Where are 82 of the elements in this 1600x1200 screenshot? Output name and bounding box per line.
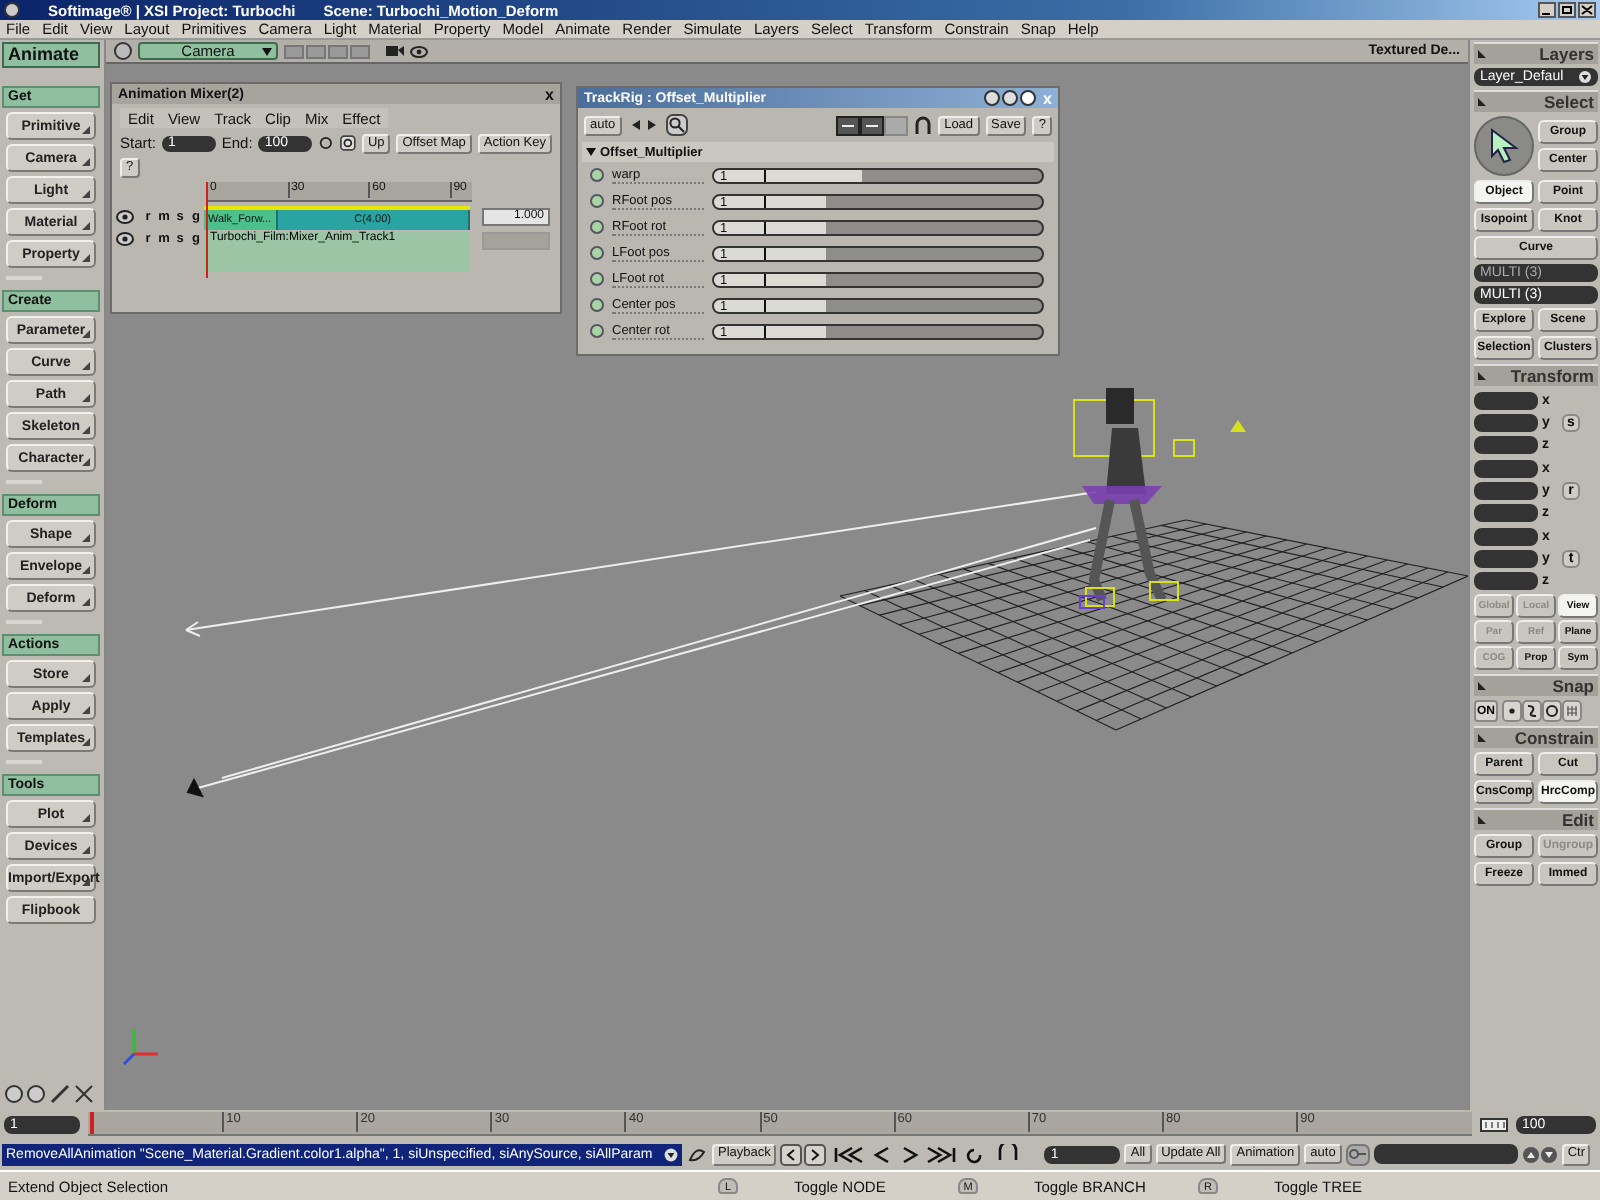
panel-header[interactable]: Transform bbox=[1474, 364, 1598, 386]
animation-led-icon[interactable] bbox=[590, 168, 604, 182]
key-field[interactable] bbox=[1373, 1144, 1518, 1164]
axis-gizmo-icon bbox=[122, 1030, 158, 1066]
menu-arrow-icon bbox=[82, 426, 90, 434]
eye-icon[interactable] bbox=[410, 43, 428, 59]
up-down-icon[interactable] bbox=[1521, 1145, 1558, 1163]
viewport-letter-icon[interactable] bbox=[114, 42, 132, 60]
menu-arrow-icon bbox=[82, 126, 90, 134]
eye-icon[interactable] bbox=[116, 232, 134, 246]
collapse-icon[interactable] bbox=[1478, 816, 1486, 824]
collapse-icon[interactable] bbox=[1478, 682, 1486, 690]
dropdown-icon bbox=[262, 48, 272, 56]
menu-arrow-icon bbox=[82, 362, 90, 370]
dropdown-icon[interactable] bbox=[664, 1147, 678, 1161]
menu-arrow-icon bbox=[82, 738, 90, 746]
panel-title: Layers bbox=[1539, 44, 1594, 64]
menu-arrow-icon bbox=[82, 674, 90, 682]
cursor-arrow-icon bbox=[1488, 128, 1520, 164]
menu-arrow-icon bbox=[82, 846, 90, 854]
select-tool-button[interactable] bbox=[1474, 116, 1534, 176]
panel-title: Snap bbox=[1552, 676, 1594, 696]
menu-arrow-icon bbox=[82, 814, 90, 822]
arrows-icon[interactable] bbox=[627, 116, 660, 134]
animation-led-icon[interactable] bbox=[590, 194, 604, 208]
window-controls-icon[interactable] bbox=[1538, 2, 1596, 18]
transform-value-field[interactable] bbox=[1474, 413, 1538, 431]
panel-title: Transform bbox=[1510, 366, 1594, 386]
layout-buttons-icon[interactable] bbox=[836, 115, 909, 135]
animation-led-icon[interactable] bbox=[590, 324, 604, 338]
animation-led-icon[interactable] bbox=[590, 220, 604, 234]
menu-arrow-icon bbox=[82, 598, 90, 606]
menu-arrow-icon bbox=[82, 330, 90, 338]
menu-arrow-icon bbox=[82, 706, 90, 714]
collapse-icon[interactable] bbox=[1478, 98, 1486, 106]
panel-title: Select bbox=[1543, 92, 1594, 112]
weight-field[interactable] bbox=[482, 232, 550, 250]
menu-arrow-icon bbox=[82, 458, 90, 466]
camera-icon[interactable] bbox=[386, 43, 404, 59]
menu-arrow-icon bbox=[82, 190, 90, 198]
cycle-icon[interactable] bbox=[340, 134, 356, 152]
panel-header[interactable]: Layers bbox=[1474, 42, 1598, 64]
animation-led-icon[interactable] bbox=[590, 272, 604, 286]
transform-value-field[interactable] bbox=[1474, 391, 1538, 409]
panel-header[interactable]: Edit bbox=[1474, 808, 1598, 830]
transform-value-field[interactable] bbox=[1474, 435, 1538, 453]
window-controls-icon[interactable] bbox=[983, 90, 1040, 106]
menu-arrow-icon bbox=[82, 878, 90, 886]
menu-arrow-icon bbox=[82, 254, 90, 262]
menu-arrow-icon bbox=[82, 222, 90, 230]
menu-arrow-icon bbox=[82, 566, 90, 574]
panel-title: Constrain bbox=[1514, 728, 1594, 748]
search-icon[interactable] bbox=[665, 114, 688, 136]
panel-header[interactable]: Select bbox=[1474, 90, 1598, 112]
collapse-icon[interactable] bbox=[1478, 50, 1486, 58]
panel-header[interactable]: Constrain bbox=[1474, 726, 1598, 748]
menu-arrow-icon bbox=[82, 534, 90, 542]
snap-options-icon[interactable] bbox=[1502, 700, 1582, 722]
transform-value-field[interactable] bbox=[1474, 549, 1538, 567]
collapse-icon[interactable] bbox=[1478, 372, 1486, 380]
range-icon[interactable] bbox=[1480, 1117, 1508, 1131]
panel-header[interactable]: Snap bbox=[1474, 674, 1598, 696]
close-button[interactable]: x bbox=[545, 85, 554, 103]
mode-selector[interactable]: Animate bbox=[2, 42, 100, 68]
transform-value-field[interactable] bbox=[1474, 481, 1538, 499]
expand-arrow-icon[interactable] bbox=[586, 148, 596, 156]
view-tools-icon[interactable] bbox=[4, 1084, 96, 1104]
3d-viewport[interactable] bbox=[106, 64, 1468, 1110]
panel-title: Edit bbox=[1561, 810, 1594, 830]
dropdown-icon[interactable] bbox=[1578, 70, 1592, 84]
magnet-icon[interactable] bbox=[914, 115, 933, 135]
key-icon[interactable] bbox=[1345, 1143, 1370, 1165]
transform-value-field[interactable] bbox=[1474, 527, 1538, 545]
transform-value-field[interactable] bbox=[1474, 571, 1538, 589]
menu-arrow-icon bbox=[82, 394, 90, 402]
menu-arrow-icon bbox=[82, 158, 90, 166]
eye-icon[interactable] bbox=[116, 210, 134, 224]
animation-led-icon[interactable] bbox=[590, 246, 604, 260]
collapse-icon[interactable] bbox=[1478, 734, 1486, 742]
animation-led-icon[interactable] bbox=[590, 298, 604, 312]
transform-value-field[interactable] bbox=[1474, 503, 1538, 521]
transform-value-field[interactable] bbox=[1474, 459, 1538, 477]
